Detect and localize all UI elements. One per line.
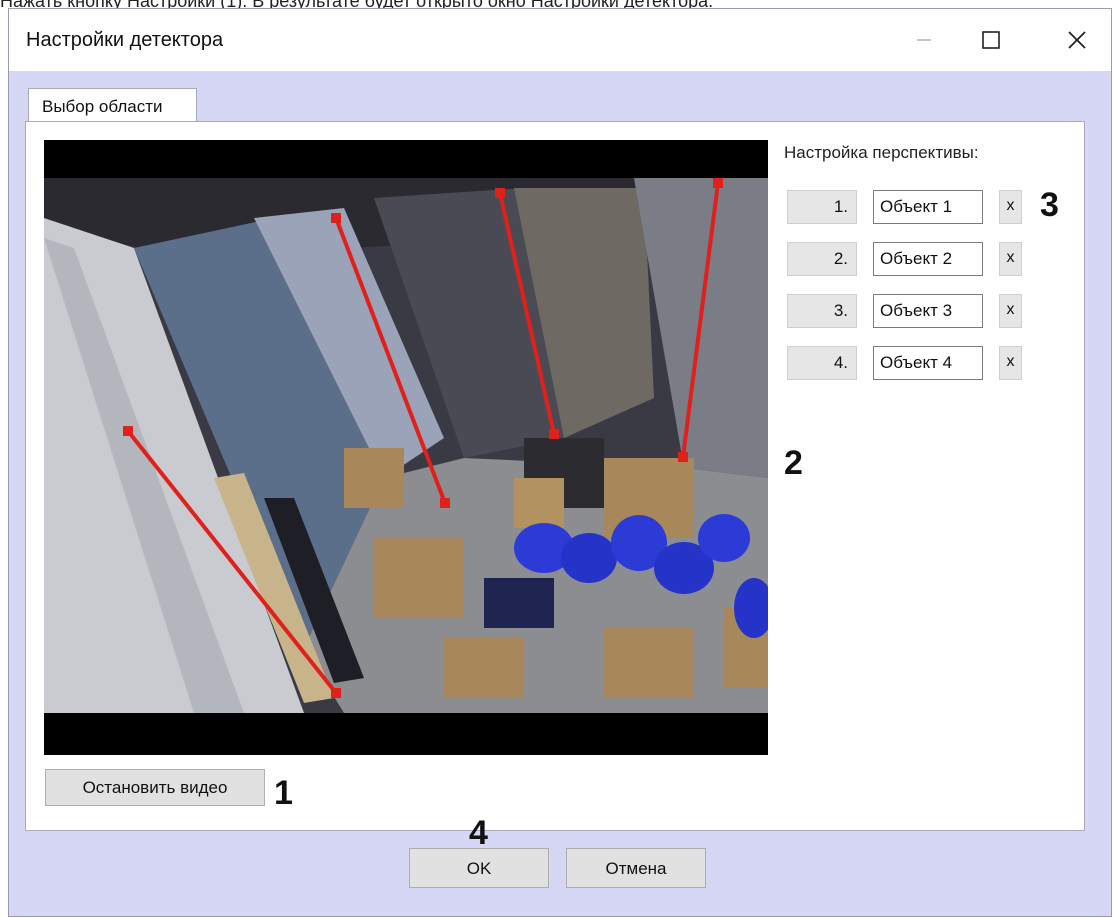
delete-object-button[interactable]: x	[999, 190, 1022, 224]
object-name-field[interactable]: Объект 2	[873, 242, 983, 276]
object-number-button[interactable]: 4.	[787, 346, 857, 380]
stop-video-button[interactable]: Остановить видео	[45, 769, 265, 806]
close-icon	[1068, 31, 1086, 49]
perspective-row: 2. Объект 2 x	[787, 242, 1047, 278]
minimize-icon	[917, 39, 931, 41]
object-name-field[interactable]: Объект 3	[873, 294, 983, 328]
perspective-row: 4. Объект 4 x	[787, 346, 1047, 382]
delete-object-button[interactable]: x	[999, 346, 1022, 380]
tab-area-selection[interactable]: Выбор области	[28, 88, 197, 124]
perspective-row: 1. Объект 1 x	[787, 190, 1047, 226]
minimize-button[interactable]	[894, 9, 954, 71]
maximize-button[interactable]	[961, 9, 1021, 71]
delete-object-button[interactable]: x	[999, 294, 1022, 328]
maximize-icon	[982, 31, 1000, 49]
close-button[interactable]	[1047, 9, 1107, 71]
title-bar: Настройки детектора	[9, 9, 1111, 71]
ok-button[interactable]: OK	[409, 848, 549, 888]
callout-2: 2	[784, 444, 803, 482]
callout-3: 3	[1040, 186, 1059, 224]
camera-image	[44, 178, 768, 713]
video-view[interactable]	[44, 140, 768, 755]
object-number-button[interactable]: 1.	[787, 190, 857, 224]
object-number-button[interactable]: 3.	[787, 294, 857, 328]
window-title: Настройки детектора	[26, 29, 224, 51]
perspective-row: 3. Объект 3 x	[787, 294, 1047, 330]
cancel-button[interactable]: Отмена	[566, 848, 706, 888]
object-name-field[interactable]: Объект 4	[873, 346, 983, 380]
object-number-button[interactable]: 2.	[787, 242, 857, 276]
delete-object-button[interactable]: x	[999, 242, 1022, 276]
object-name-field[interactable]: Объект 1	[873, 190, 983, 224]
perspective-settings-label: Настройка перспективы:	[784, 143, 979, 162]
callout-1: 1	[274, 774, 293, 812]
